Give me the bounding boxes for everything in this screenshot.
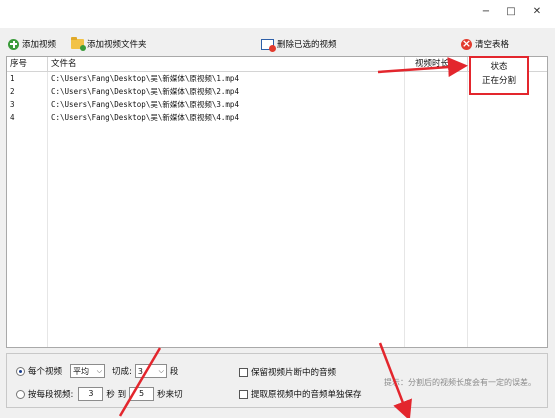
row-filename: C:\Users\Fang\Desktop\吴\新媒体\原视频\2.mp4 bbox=[51, 87, 239, 96]
video-table[interactable]: 序号 文件名 视频时长 1 C:\Users\Fang\Desktop\吴\新媒… bbox=[6, 56, 548, 348]
by-segment-radio[interactable] bbox=[16, 389, 25, 399]
row-filename: C:\Users\Fang\Desktop\吴\新媒体\原视频\1.mp4 bbox=[51, 74, 239, 83]
column-header-duration[interactable]: 视频时长 bbox=[405, 57, 468, 72]
chevron-down-icon: ⌵ bbox=[96, 366, 103, 375]
row-filename: C:\Users\Fang\Desktop\吴\新媒体\原视频\3.mp4 bbox=[51, 100, 239, 109]
remove-selected-button[interactable]: 删除已选的视频 bbox=[261, 37, 337, 52]
clear-table-button[interactable]: 清空表格 bbox=[461, 37, 509, 51]
each-video-radio[interactable] bbox=[16, 366, 25, 376]
title-bar: − □ ✕ bbox=[0, 0, 555, 28]
cut-label: 切成: bbox=[112, 367, 132, 377]
maximize-button[interactable]: □ bbox=[501, 4, 521, 20]
row-filename: C:\Users\Fang\Desktop\吴\新媒体\原视频\4.mp4 bbox=[51, 113, 239, 122]
table-header: 序号 文件名 视频时长 bbox=[7, 57, 547, 72]
row-index: 4 bbox=[10, 113, 15, 122]
table-row[interactable]: 4 C:\Users\Fang\Desktop\吴\新媒体\原视频\4.mp4 bbox=[7, 111, 547, 124]
add-icon bbox=[8, 38, 19, 50]
split-mode-select[interactable]: 平均 ⌵ bbox=[70, 364, 106, 378]
split-options-panel: 每个视频 平均 ⌵ 切成: 3 ⌵ 段 按每段视频: 3 秒 到 5 秒来切 保… bbox=[6, 353, 548, 408]
toolbar: 添加视频 添加视频文件夹 删除已选的视频 清空表格 bbox=[0, 34, 555, 54]
status-value: 正在分割 bbox=[481, 76, 516, 86]
add-folder-button[interactable]: 添加视频文件夹 bbox=[71, 37, 147, 51]
row-index: 1 bbox=[10, 74, 15, 83]
table-row[interactable]: 3 C:\Users\Fang\Desktop\吴\新媒体\原视频\3.mp4 bbox=[7, 98, 547, 111]
start-seconds-input[interactable]: 3 bbox=[78, 387, 104, 401]
split-mode-value: 平均 bbox=[73, 366, 90, 376]
hint-text: 提示：分割后的视频长度会有一定的误差。 bbox=[384, 378, 536, 387]
row-index: 3 bbox=[10, 100, 15, 109]
by-segment-label: 按每段视频: bbox=[28, 390, 74, 400]
column-header-filename[interactable]: 文件名 bbox=[48, 57, 405, 72]
folder-add-icon bbox=[71, 37, 86, 51]
segments-select[interactable]: 3 ⌵ bbox=[134, 364, 167, 378]
segments-value: 3 bbox=[137, 366, 143, 376]
seconds-to-label: 秒 到 bbox=[106, 390, 127, 400]
column-header-index[interactable]: 序号 bbox=[7, 57, 48, 72]
chevron-down-icon: ⌵ bbox=[158, 366, 164, 375]
clear-icon bbox=[461, 37, 472, 50]
seconds-cut-label: 秒来切 bbox=[157, 390, 183, 400]
add-video-label: 添加视频 bbox=[22, 40, 57, 50]
extract-audio-checkbox[interactable] bbox=[239, 389, 248, 399]
minimize-button[interactable]: − bbox=[476, 4, 496, 20]
status-column-highlight: 状态 正在分割 bbox=[469, 56, 529, 95]
extract-audio-label: 提取原视频中的音频单独保存 bbox=[251, 390, 362, 400]
row-index: 2 bbox=[10, 87, 15, 96]
add-folder-label: 添加视频文件夹 bbox=[87, 40, 147, 50]
keep-audio-label: 保留视频片断中的音频 bbox=[251, 368, 337, 378]
table-row[interactable]: 2 C:\Users\Fang\Desktop\吴\新媒体\原视频\2.mp4 bbox=[7, 85, 547, 98]
close-button[interactable]: ✕ bbox=[527, 4, 547, 20]
end-seconds-input[interactable]: 5 bbox=[129, 387, 155, 401]
clear-table-label: 清空表格 bbox=[475, 40, 510, 50]
remove-selected-label: 删除已选的视频 bbox=[277, 40, 337, 50]
segments-unit: 段 bbox=[169, 367, 179, 377]
remove-video-icon bbox=[261, 38, 276, 52]
column-header-status[interactable]: 状态 bbox=[471, 60, 527, 74]
each-video-label: 每个视频 bbox=[28, 367, 63, 377]
table-row[interactable]: 1 C:\Users\Fang\Desktop\吴\新媒体\原视频\1.mp4 bbox=[7, 72, 547, 85]
keep-audio-checkbox[interactable] bbox=[239, 367, 248, 377]
add-video-button[interactable]: 添加视频 bbox=[8, 37, 56, 51]
